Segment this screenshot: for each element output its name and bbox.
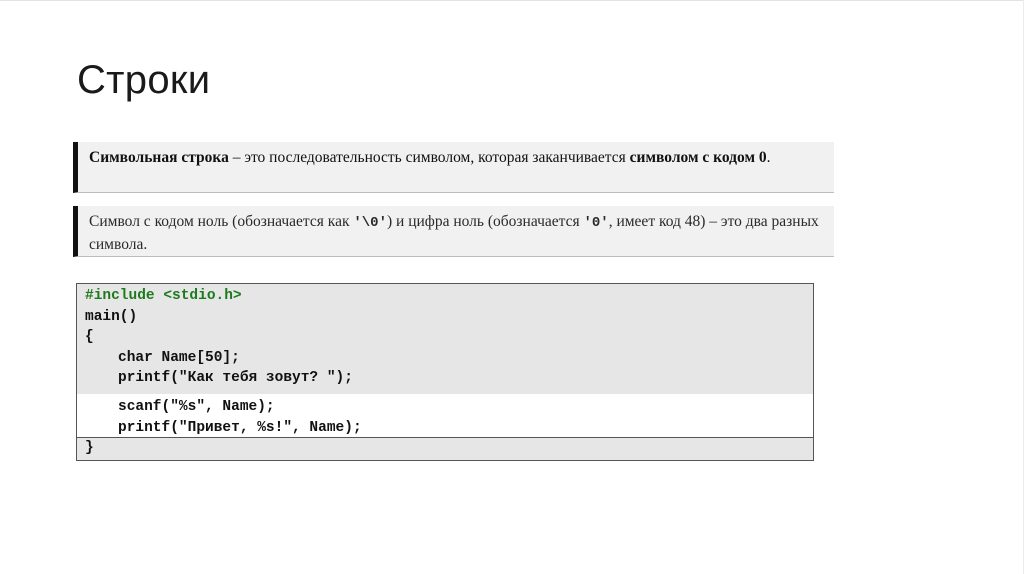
definition-term: Символьная строка	[89, 149, 229, 166]
code-section-end: }	[77, 438, 813, 460]
top-divider	[0, 0, 1024, 1]
definition-period: .	[766, 149, 771, 166]
note-part1: Символ с кодом ноль (обозначается как	[89, 213, 354, 230]
note-box: Символ с кодом ноль (обозначается как '\…	[73, 206, 834, 257]
code-line-include: #include <stdio.h>	[85, 288, 242, 304]
slide: Строки Символьная строка – это последова…	[0, 0, 1024, 574]
definition-dash: –	[228, 149, 245, 166]
code-line-open-brace: {	[85, 329, 94, 345]
note-code-null-char: '\0'	[353, 215, 387, 231]
code-listing: #include <stdio.h> main() { char Name[50…	[76, 283, 814, 461]
note-code-zero-digit: '0'	[583, 215, 609, 231]
code-line-close-brace: }	[85, 440, 94, 456]
definition-text: это последовательность символом, которая…	[244, 149, 630, 166]
definition-bold-end: символом с кодом 0	[629, 149, 767, 166]
definition-box: Символьная строка – это последовательнос…	[73, 142, 834, 193]
code-line-printf-greeting: printf("Привет, %s!", Name);	[118, 419, 362, 436]
slide-title: Строки	[77, 58, 211, 102]
code-line-scanf: scanf("%s", Name);	[118, 399, 275, 415]
note-part2: ) и цифра ноль (обозначается	[386, 213, 584, 230]
code-section-io: scanf("%s", Name); printf("Привет, %s!",…	[77, 394, 813, 438]
code-line-char-declaration: char Name[50];	[118, 349, 240, 366]
code-line-printf-prompt: printf("Как тебя зовут? ");	[118, 370, 353, 386]
code-section-declarations: #include <stdio.h> main() { char Name[50…	[77, 284, 813, 394]
code-line-main: main()	[85, 308, 138, 325]
